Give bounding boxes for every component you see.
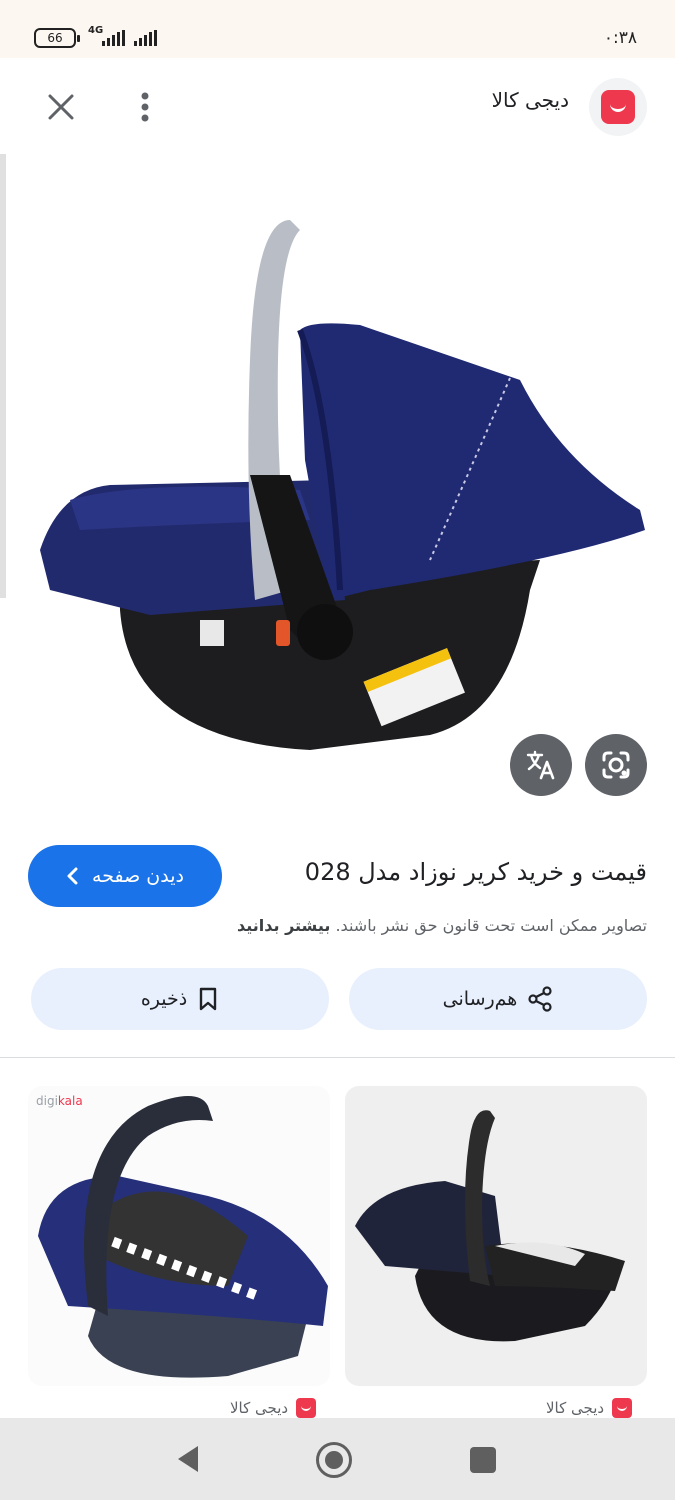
signal-icon	[102, 30, 125, 46]
related-source[interactable]: دیجی کالا	[546, 1398, 633, 1418]
related-source-label: دیجی کالا	[230, 1399, 289, 1417]
clock: ۰:۳۸	[603, 28, 637, 48]
share-button[interactable]: هم‌رسانی	[349, 968, 647, 1030]
share-icon	[528, 986, 552, 1012]
learn-more-link[interactable]: بیشتر بدانید	[237, 916, 330, 935]
battery-indicator: 66	[34, 28, 80, 48]
lens-icon	[602, 751, 630, 779]
recents-icon[interactable]	[470, 1447, 496, 1473]
more-vert-icon	[141, 92, 149, 122]
digikala-icon	[612, 1398, 633, 1418]
close-icon	[48, 94, 74, 120]
car-seat-illustration	[40, 220, 645, 750]
related-image-card[interactable]: digikala	[28, 1086, 330, 1386]
translate-icon	[526, 750, 555, 780]
copyright-notice: تصاویر ممکن است تحت قانون حق نشر باشند. …	[237, 916, 647, 935]
related-source[interactable]: دیجی کالا	[230, 1398, 317, 1418]
system-nav-bar	[0, 1418, 675, 1500]
close-button[interactable]	[38, 84, 84, 130]
back-icon[interactable]	[174, 1444, 202, 1474]
result-title: قیمت و خرید کریر نوزاد مدل 028	[304, 858, 647, 886]
network-type: 4G	[88, 25, 104, 36]
lens-button[interactable]	[585, 734, 647, 796]
chevron-left-icon	[67, 867, 78, 885]
related-image-card[interactable]	[345, 1086, 647, 1386]
related-source-label: دیجی کالا	[546, 1399, 605, 1417]
translate-button[interactable]	[510, 734, 572, 796]
related-image	[38, 1096, 328, 1378]
digikala-icon	[601, 90, 635, 124]
status-bar: 66 4G ۰:۳۸	[0, 0, 675, 58]
visit-page-button[interactable]: دیدن صفحه	[28, 845, 222, 907]
visit-label: دیدن صفحه	[92, 865, 184, 887]
site-name[interactable]: دیجی کالا	[492, 88, 569, 112]
share-label: هم‌رسانی	[442, 988, 518, 1010]
copyright-text: تصاویر ممکن است تحت قانون حق نشر باشند.	[335, 916, 647, 935]
related-image	[355, 1110, 625, 1342]
section-divider	[0, 1057, 675, 1058]
home-icon[interactable]	[316, 1442, 352, 1478]
product-image[interactable]	[0, 160, 675, 820]
signal-icon-2	[134, 30, 157, 46]
site-logo[interactable]	[589, 78, 647, 136]
digikala-watermark: digikala	[36, 1094, 83, 1108]
more-options-button[interactable]	[122, 84, 168, 130]
save-button[interactable]: ذخیره	[31, 968, 329, 1030]
digikala-icon	[296, 1398, 317, 1418]
bookmark-icon	[200, 987, 217, 1011]
save-label: ذخیره	[140, 988, 188, 1010]
viewer-header: دیجی کالا	[0, 58, 675, 154]
